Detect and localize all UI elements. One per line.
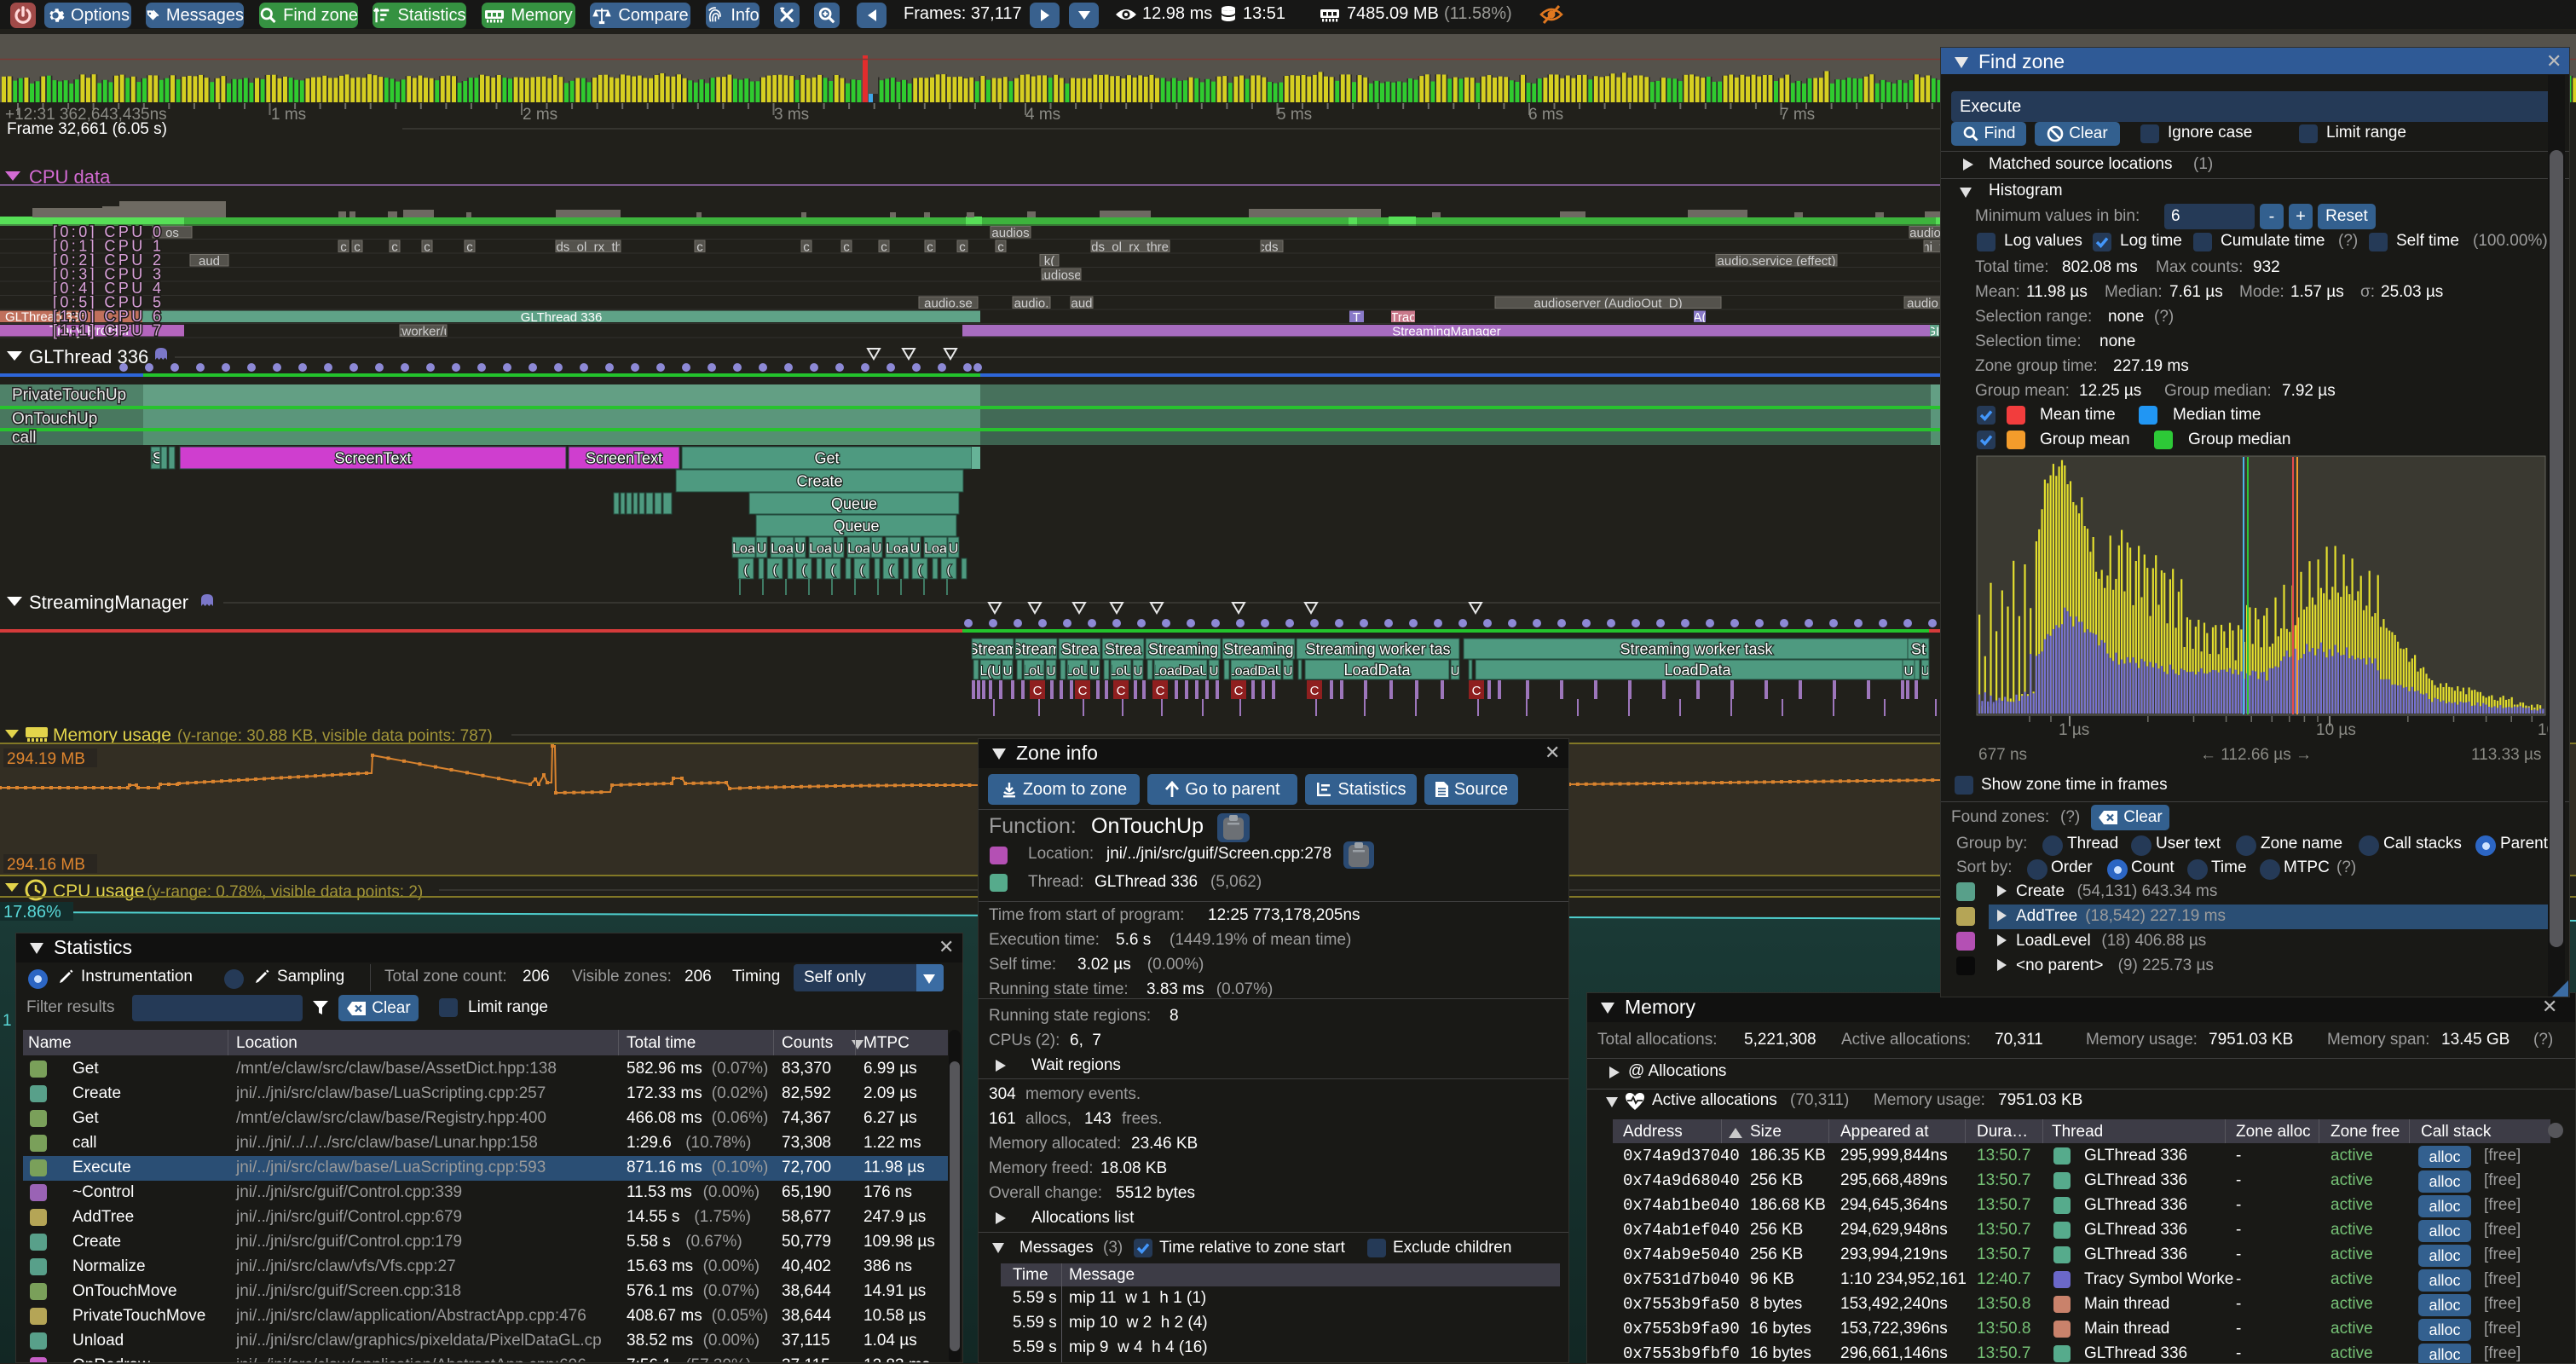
svg-text:U: U — [1090, 664, 1100, 679]
svg-text:Loa: Loa — [886, 542, 909, 557]
svg-text:U: U — [834, 542, 844, 557]
svg-text:6 ms: 6 ms — [1528, 106, 1563, 124]
svg-text:Memory usage: Memory usage — [53, 725, 171, 745]
svg-text:Create: Create — [796, 473, 842, 490]
svg-text:(y-range: 30.88 KB, visible da: (y-range: 30.88 KB, visible data points:… — [177, 727, 493, 745]
svg-text:U: U — [1003, 664, 1013, 679]
svg-text:CPU usage: CPU usage — [53, 881, 144, 901]
svg-text:LoU: LoU — [1065, 664, 1089, 679]
svg-text:LoadData: LoadData — [1664, 662, 1731, 679]
svg-text:294.16 MB: 294.16 MB — [7, 856, 85, 874]
svg-text:Streaming: Streaming — [1223, 641, 1293, 658]
svg-text:Loa: Loa — [771, 542, 794, 557]
svg-text:LoadData: LoadData — [1343, 662, 1411, 679]
svg-text:C: C — [1472, 684, 1481, 698]
svg-text:L(U: L(U — [979, 664, 1002, 679]
svg-text:LoadDaU: LoadDaU — [1227, 664, 1285, 679]
svg-text:U: U — [872, 542, 882, 557]
svg-text:C: C — [1310, 684, 1320, 698]
svg-text:T: T — [1353, 310, 1360, 325]
svg-text:StreamingManager: StreamingManager — [29, 592, 188, 613]
svg-text:3 ms: 3 ms — [774, 106, 809, 124]
svg-text:Queue: Queue — [831, 495, 877, 512]
svg-text:StreamingManager: StreamingManager — [1392, 325, 1501, 339]
svg-text:C: C — [1033, 684, 1043, 698]
svg-text:Loa: Loa — [847, 542, 870, 557]
svg-text:C: C — [1156, 684, 1165, 698]
svg-text:PrivateTouchUp: PrivateTouchUp — [12, 386, 126, 404]
svg-text:GLThread 336: GLThread 336 — [29, 346, 148, 367]
svg-text:C: C — [1234, 684, 1244, 698]
svg-text:[1:1] CPU 7: [1:1] CPU 7 — [53, 322, 164, 339]
svg-text:Get: Get — [814, 450, 839, 467]
svg-text:C: C — [1078, 684, 1088, 698]
svg-text:7 ms: 7 ms — [1780, 106, 1815, 124]
svg-text:U: U — [1904, 664, 1914, 679]
svg-text:A(: A( — [1694, 310, 1707, 325]
svg-text:U: U — [1284, 664, 1293, 679]
svg-text:U: U — [1134, 664, 1143, 679]
svg-text:U: U — [1047, 664, 1056, 679]
svg-text:U: U — [757, 542, 767, 557]
svg-text:Strea: Strea — [1105, 641, 1142, 658]
svg-text:Stream: Stream — [1011, 641, 1060, 658]
svg-text:Loa: Loa — [732, 542, 755, 557]
svg-text:(: ( — [947, 564, 951, 578]
svg-text:(y-range: 0.78%, visible data: (y-range: 0.78%, visible data points: 2) — [147, 883, 423, 901]
svg-text:(: ( — [860, 564, 864, 578]
svg-text:Frame 32,661 (6.05 s): Frame 32,661 (6.05 s) — [7, 120, 167, 138]
svg-text:(: ( — [744, 564, 748, 578]
svg-text:Loa: Loa — [809, 542, 832, 557]
svg-text:(: ( — [918, 564, 922, 578]
svg-text:1 ms: 1 ms — [271, 106, 306, 124]
svg-text:Stream: Stream — [967, 641, 1017, 658]
svg-text:OnTouchUp: OnTouchUp — [12, 410, 97, 428]
svg-text:LoU: LoU — [1021, 664, 1046, 679]
svg-text:ScreenText: ScreenText — [334, 450, 411, 467]
svg-text:Trac: Trac — [1390, 310, 1416, 325]
svg-text:4 ms: 4 ms — [1025, 106, 1060, 124]
svg-text:Strea: Strea — [1061, 641, 1099, 658]
svg-text:LoadDaU: LoadDaU — [1152, 664, 1210, 679]
svg-text:Queue: Queue — [833, 517, 879, 535]
svg-text:ScreenText: ScreenText — [586, 450, 662, 467]
svg-text:U: U — [949, 542, 959, 557]
svg-text:2 ms: 2 ms — [523, 106, 557, 124]
svg-text:Streaming worker task: Streaming worker task — [1620, 641, 1773, 658]
svg-text:Streaming: Streaming — [1148, 641, 1218, 658]
svg-text:1: 1 — [3, 1012, 12, 1030]
svg-text:(: ( — [773, 564, 777, 578]
svg-text:(: ( — [889, 564, 893, 578]
svg-text:Streaming worker tas: Streaming worker tas — [1305, 641, 1450, 658]
svg-text:U: U — [1210, 664, 1219, 679]
svg-text:(: ( — [802, 564, 806, 578]
svg-text:U: U — [1451, 664, 1460, 679]
svg-text:294.19 MB: 294.19 MB — [7, 750, 85, 768]
svg-text:U: U — [795, 542, 806, 557]
svg-text:(: ( — [831, 564, 835, 578]
svg-text:Loa: Loa — [924, 542, 947, 557]
svg-text:call: call — [12, 429, 37, 447]
svg-text:St: St — [1911, 641, 1926, 658]
svg-text:5 ms: 5 ms — [1277, 106, 1312, 124]
svg-text:U: U — [910, 542, 921, 557]
svg-text:LoU: LoU — [1108, 664, 1133, 679]
svg-text:C: C — [1117, 684, 1126, 698]
svg-text:GLThread 336: GLThread 336 — [521, 310, 603, 325]
svg-text:17.86%: 17.86% — [3, 903, 61, 922]
